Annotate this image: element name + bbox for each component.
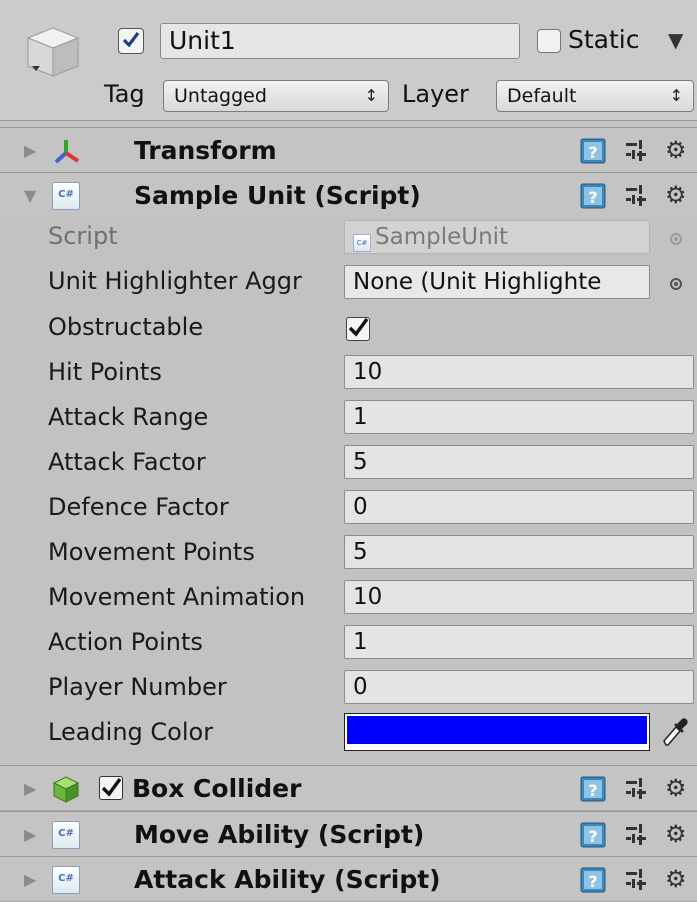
unit-highlighter-label: Unit Highlighter Aggr [48,267,302,295]
component-transform-header[interactable]: ▶ Transform ? ⚙ [0,127,697,173]
preset-sliders-icon[interactable] [624,868,648,892]
transform-axis-icon [54,140,80,164]
gear-icon[interactable]: ⚙ [665,181,687,209]
obstructable-label: Obstructable [48,313,204,341]
foldout-collapsed-icon[interactable]: ▶ [24,870,36,889]
csharp-script-icon: C# [52,821,80,849]
script-label: Script [48,222,118,250]
movement-points-label: Movement Points [48,538,255,566]
gear-icon[interactable]: ⚙ [665,865,687,893]
attack-factor-field[interactable]: 5 [344,445,694,479]
help-book-icon[interactable]: ? [579,821,607,849]
leading-color-field[interactable] [344,713,650,751]
foldout-collapsed-icon[interactable]: ▶ [24,141,36,160]
checkmark-icon [348,317,369,337]
movement-animation-label: Movement Animation [48,583,306,611]
static-label: Static [568,25,640,54]
svg-text:?: ? [588,827,597,846]
script-field[interactable]: C# SampleUnit [344,220,650,254]
preset-sliders-icon[interactable] [624,184,648,208]
movement-points-field[interactable]: 5 [344,535,694,569]
foldout-collapsed-icon[interactable]: ▶ [24,779,36,798]
component-title: Attack Ability (Script) [134,865,441,894]
component-sample-unit-header[interactable]: ▼ C# Sample Unit (Script) ? ⚙ [0,172,697,218]
preset-sliders-icon[interactable] [624,139,648,163]
color-swatch [347,716,647,744]
gear-icon[interactable]: ⚙ [665,774,687,802]
svg-text:?: ? [588,188,597,207]
csharp-script-icon: C# [353,234,371,252]
help-book-icon[interactable]: ? [579,775,607,803]
component-attack-ability-header[interactable]: ▶ C# Attack Ability (Script) ? ⚙ [0,856,697,902]
gear-icon[interactable]: ⚙ [665,820,687,848]
layer-dropdown[interactable]: Default ↕ [496,80,694,112]
player-number-label: Player Number [48,673,227,701]
static-dropdown-arrow-icon[interactable]: ▼ [668,28,683,52]
preset-sliders-icon[interactable] [624,823,648,847]
svg-text:?: ? [588,143,597,162]
active-checkbox[interactable] [118,28,144,54]
inspector-panel: Unit1 Static ▼ Tag Untagged ↕ Layer Defa… [0,0,697,902]
component-title: Box Collider [132,774,302,803]
object-name-input[interactable]: Unit1 [160,23,520,59]
action-points-label: Action Points [48,628,203,656]
select-arrows-icon: ↕ [669,86,683,105]
component-enabled-checkbox[interactable] [99,776,123,800]
component-box-collider-header[interactable]: ▶ Box Collider ? ⚙ [0,765,697,811]
select-arrows-icon: ↕ [364,86,378,105]
defence-factor-label: Defence Factor [48,493,229,521]
attack-factor-label: Attack Factor [48,448,206,476]
tag-label: Tag [104,80,145,108]
layer-value: Default [507,85,577,107]
obstructable-checkbox[interactable] [346,317,370,341]
svg-text:?: ? [588,872,597,891]
help-book-icon[interactable]: ? [579,866,607,894]
defence-factor-field[interactable]: 0 [344,490,694,524]
tag-dropdown[interactable]: Untagged ↕ [163,80,389,112]
object-picker-icon[interactable] [670,233,682,245]
object-picker-icon[interactable] [670,278,682,290]
hit-points-field[interactable]: 10 [344,355,694,389]
attack-range-field[interactable]: 1 [344,400,694,434]
movement-animation-field[interactable]: 10 [344,580,694,614]
unit-highlighter-field[interactable]: None (Unit Highlighte [344,265,650,299]
help-book-icon[interactable]: ? [579,137,607,165]
player-number-field[interactable]: 0 [344,670,694,704]
component-title: Move Ability (Script) [134,820,425,849]
box-collider-cube-icon [52,776,80,803]
tag-value: Untagged [174,85,267,107]
action-points-field[interactable]: 1 [344,625,694,659]
foldout-expanded-icon[interactable]: ▼ [24,186,36,205]
script-value: SampleUnit [375,224,509,250]
layer-label: Layer [402,80,469,108]
static-checkbox[interactable] [537,29,561,53]
component-move-ability-header[interactable]: ▶ C# Move Ability (Script) ? ⚙ [0,811,697,857]
gameobject-header: Unit1 Static ▼ Tag Untagged ↕ Layer Defa… [0,0,697,121]
gameobject-cube-icon [26,27,80,77]
gear-icon[interactable]: ⚙ [665,136,687,164]
checkmark-icon [122,32,140,48]
eyedropper-icon[interactable] [660,715,690,749]
csharp-script-icon: C# [52,182,80,210]
leading-color-label: Leading Color [48,718,214,746]
hit-points-label: Hit Points [48,358,162,386]
preset-sliders-icon[interactable] [624,777,648,801]
help-book-icon[interactable]: ? [579,182,607,210]
foldout-collapsed-icon[interactable]: ▶ [24,825,36,844]
component-title: Sample Unit (Script) [134,181,421,210]
csharp-script-icon: C# [52,866,80,894]
attack-range-label: Attack Range [48,403,209,431]
svg-text:?: ? [588,781,597,800]
component-title: Transform [134,136,277,165]
checkmark-icon [101,777,122,797]
